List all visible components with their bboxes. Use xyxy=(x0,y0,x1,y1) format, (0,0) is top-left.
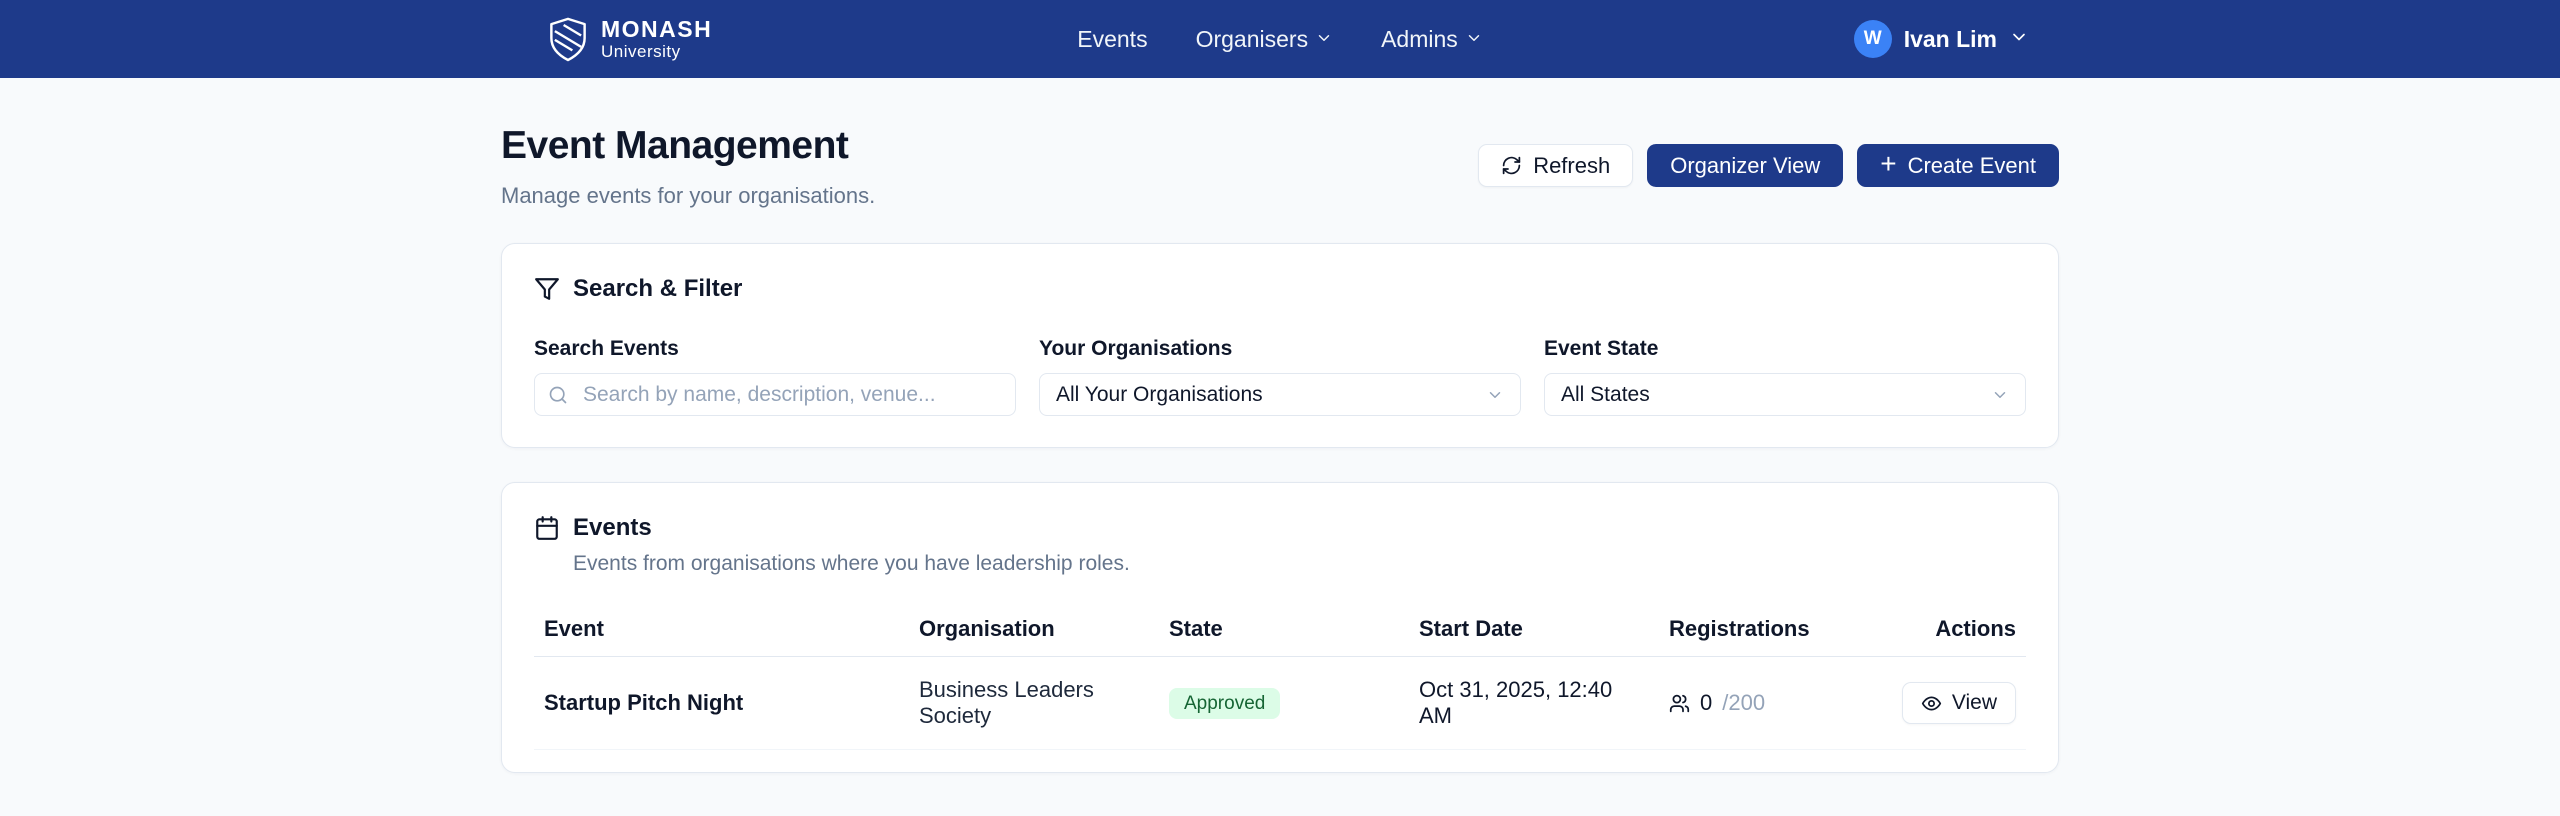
events-table: Event Organisation State Start Date Regi… xyxy=(534,602,2026,750)
actions-cell: View xyxy=(1884,656,2026,750)
search-field-group: Search Events xyxy=(534,337,1016,416)
search-input[interactable] xyxy=(534,373,1016,416)
toolbar: Refresh Organizer View + Create Event xyxy=(1478,144,2059,187)
state-cell: Approved xyxy=(1159,656,1409,750)
user-name: Ivan Lim xyxy=(1903,25,1998,52)
event-state-field-group: Event State All States xyxy=(1544,337,2026,416)
events-card-title: Events xyxy=(573,514,652,541)
header-event: Event xyxy=(534,602,909,657)
organisations-select[interactable]: All Your Organisations xyxy=(1039,373,1521,416)
page-header: Event Management Manage events for your … xyxy=(501,124,2059,209)
create-event-button-label: Create Event xyxy=(1907,152,2036,178)
user-menu[interactable]: W Ivan Lim xyxy=(1853,20,2029,58)
status-badge: Approved xyxy=(1169,687,1281,719)
main-nav: Events Organisers Admins xyxy=(1077,26,1483,53)
monash-logo[interactable]: MONASH University xyxy=(547,16,712,62)
filter-icon xyxy=(534,276,560,302)
nav-link-events-label: Events xyxy=(1077,25,1148,52)
header-start-date: Start Date xyxy=(1409,602,1659,657)
view-button-label: View xyxy=(1951,691,1997,714)
top-navbar: MONASH University Events Organisers Admi… xyxy=(0,0,2560,78)
registrations-count: 0 xyxy=(1700,690,1713,715)
search-filter-card: Search & Filter Search Events Your Organ… xyxy=(501,243,2059,448)
registrations-capacity: /200 xyxy=(1722,690,1766,715)
header-organisation: Organisation xyxy=(909,602,1159,657)
eye-icon xyxy=(1921,693,1942,714)
organizer-view-button[interactable]: Organizer View xyxy=(1647,144,1844,187)
nav-link-organisers[interactable]: Organisers xyxy=(1196,26,1333,53)
search-icon xyxy=(548,385,568,405)
refresh-icon xyxy=(1501,155,1522,176)
registrations-cell: 0 /200 xyxy=(1659,656,1884,750)
chevron-down-icon xyxy=(1991,386,2009,404)
view-button[interactable]: View xyxy=(1901,682,2016,724)
table-header-row: Event Organisation State Start Date Regi… xyxy=(534,602,2026,657)
nav-link-admins-label: Admins xyxy=(1381,25,1458,52)
organisation-cell: Business Leaders Society xyxy=(909,656,1159,750)
header-actions: Actions xyxy=(1884,602,2026,657)
calendar-icon xyxy=(534,515,560,541)
plus-icon: + xyxy=(1880,148,1897,179)
table-row: Startup Pitch Night Business Leaders Soc… xyxy=(534,656,2026,750)
events-card-subtitle: Events from organisations where you have… xyxy=(573,552,1130,575)
chevron-down-icon xyxy=(1465,26,1483,53)
chevron-down-icon xyxy=(1486,386,1504,404)
organizer-view-button-label: Organizer View xyxy=(1670,152,1821,178)
page-subtitle: Manage events for your organisations. xyxy=(501,183,876,208)
organisations-field-group: Your Organisations All Your Organisation… xyxy=(1039,337,1521,416)
monash-shield-icon xyxy=(547,16,589,62)
event-state-select[interactable]: All States xyxy=(1544,373,2026,416)
event-state-label: Event State xyxy=(1544,337,1659,360)
events-card: Events Events from organisations where y… xyxy=(501,482,2059,773)
logo-line2: University xyxy=(601,42,681,61)
filter-card-title: Search & Filter xyxy=(573,275,743,302)
chevron-down-icon xyxy=(2009,27,2029,52)
organisations-select-value: All Your Organisations xyxy=(1056,382,1263,406)
search-events-label: Search Events xyxy=(534,337,679,360)
organisations-label: Your Organisations xyxy=(1039,337,1233,360)
monash-logo-text: MONASH University xyxy=(601,16,713,61)
header-registrations: Registrations xyxy=(1659,602,1884,657)
refresh-button[interactable]: Refresh xyxy=(1478,144,1634,187)
logo-line1: MONASH xyxy=(601,16,713,42)
nav-link-organisers-label: Organisers xyxy=(1195,25,1309,52)
start-date-cell: Oct 31, 2025, 12:40 AM xyxy=(1409,656,1659,750)
refresh-button-label: Refresh xyxy=(1533,152,1611,178)
nav-link-admins[interactable]: Admins xyxy=(1381,26,1483,53)
page-title: Event Management xyxy=(501,124,849,167)
event-state-select-value: All States xyxy=(1561,382,1650,406)
users-icon xyxy=(1669,693,1690,714)
nav-link-events[interactable]: Events xyxy=(1077,26,1147,53)
avatar: W xyxy=(1853,20,1892,58)
chevron-down-icon xyxy=(1315,26,1333,53)
event-name-cell: Startup Pitch Night xyxy=(534,656,909,750)
header-state: State xyxy=(1159,602,1409,657)
create-event-button[interactable]: + Create Event xyxy=(1857,144,2059,187)
